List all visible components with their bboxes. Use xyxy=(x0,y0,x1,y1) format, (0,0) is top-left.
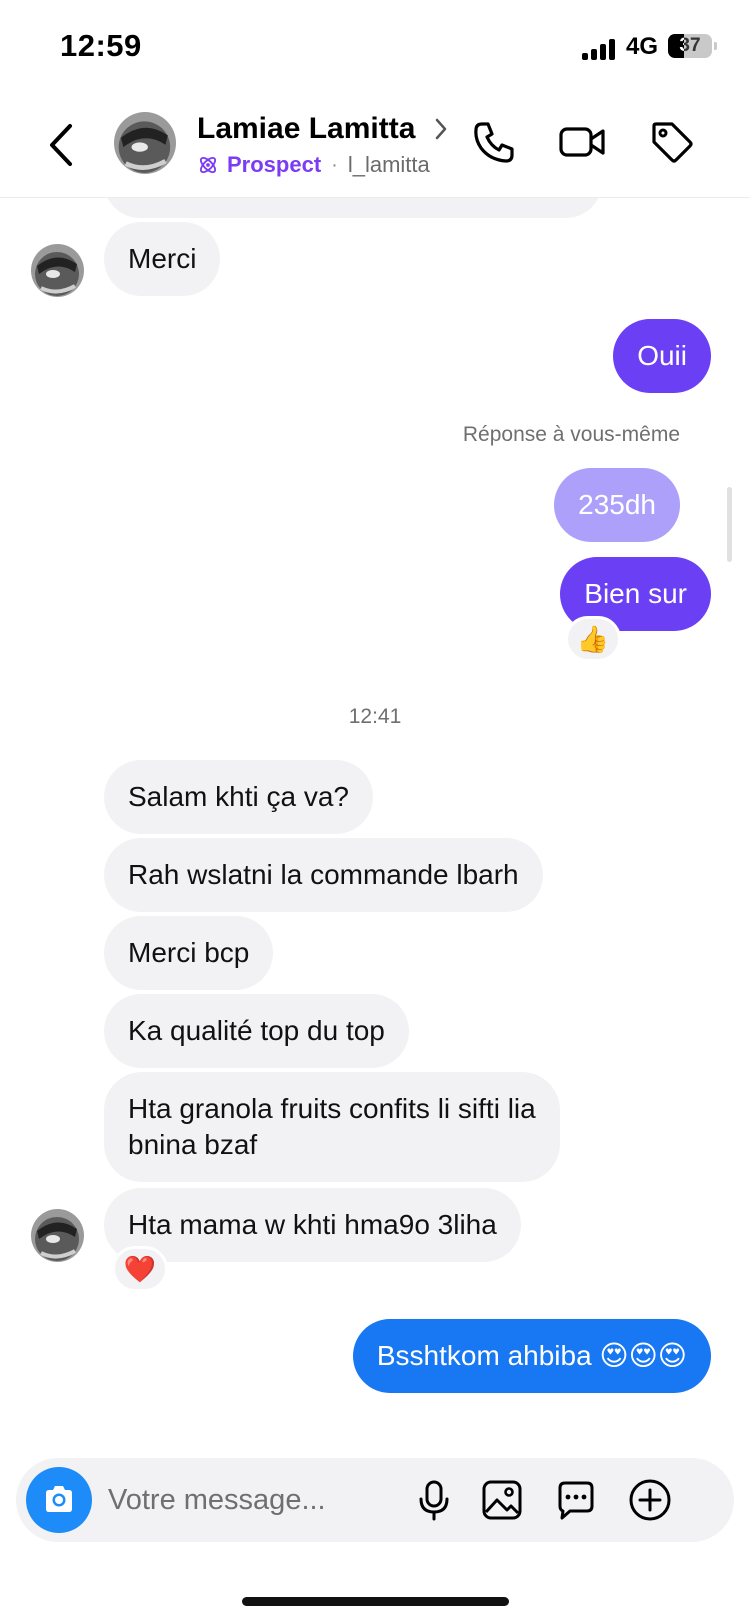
message-received[interactable]: Salam khti ça va? xyxy=(104,760,373,834)
message-options-icon[interactable] xyxy=(554,1478,598,1522)
gallery-icon[interactable] xyxy=(480,1478,524,1522)
contact-avatar[interactable] xyxy=(31,1209,84,1262)
home-indicator[interactable] xyxy=(242,1597,509,1606)
contact-avatar[interactable] xyxy=(31,244,84,297)
contact-name[interactable]: Lamiae Lamitta xyxy=(197,112,415,146)
message-received-multiline[interactable]: Hta granola fruits confits li sifti lia … xyxy=(104,1072,560,1182)
message-sent[interactable]: Ouii xyxy=(613,319,711,393)
microphone-icon[interactable] xyxy=(412,1478,456,1522)
message-received[interactable]: Ka qualité top du top xyxy=(104,994,409,1068)
camera-button[interactable] xyxy=(26,1467,92,1533)
reply-note: Réponse à vous-même xyxy=(462,423,680,446)
chat-header: Lamiae Lamitta Prospect · l_lamitta xyxy=(0,96,750,198)
message-received[interactable]: Hta mama w khti hma9o 3liha xyxy=(104,1188,521,1262)
message-thread[interactable]: Merci Ouii Réponse à vous-même 235dh Bie… xyxy=(0,0,750,1623)
camera-icon xyxy=(46,1486,72,1512)
message-received[interactable]: Rah wslatni la commande lbarh xyxy=(104,838,543,912)
message-sent-latest[interactable]: Bsshtkom ahbiba 😍😍😍 xyxy=(352,1319,711,1393)
message-replied-to[interactable]: 235dh xyxy=(554,468,680,542)
message-line: bnina bzaf xyxy=(128,1129,258,1160)
time-divider: 12:41 xyxy=(348,705,402,728)
message-received[interactable]: Merci xyxy=(104,222,221,296)
scroll-indicator[interactable] xyxy=(727,487,732,562)
message-composer xyxy=(16,1458,734,1542)
back-arrow-icon[interactable] xyxy=(42,120,82,170)
message-line: Hta granola fruits confits li sifti lia xyxy=(128,1093,536,1124)
contact-subtitle: Prospect · l_lamitta xyxy=(197,152,430,178)
contact-avatar[interactable] xyxy=(114,112,176,174)
chevron-right-icon[interactable] xyxy=(432,116,450,142)
separator: · xyxy=(331,153,338,176)
phone-call-icon[interactable] xyxy=(470,118,518,166)
message-input[interactable] xyxy=(108,1476,408,1524)
video-call-icon[interactable] xyxy=(558,118,606,166)
prospect-label-icon xyxy=(199,156,217,174)
contact-username: l_lamitta xyxy=(347,152,430,177)
prospect-label[interactable]: Prospect xyxy=(227,152,321,178)
reaction-thumbs-up[interactable]: 👍 xyxy=(565,616,621,662)
reaction-heart[interactable]: ❤️ xyxy=(112,1246,168,1292)
tag-icon[interactable] xyxy=(648,118,696,166)
plus-circle-icon[interactable] xyxy=(628,1478,672,1522)
message-received[interactable]: Merci bcp xyxy=(104,916,274,990)
